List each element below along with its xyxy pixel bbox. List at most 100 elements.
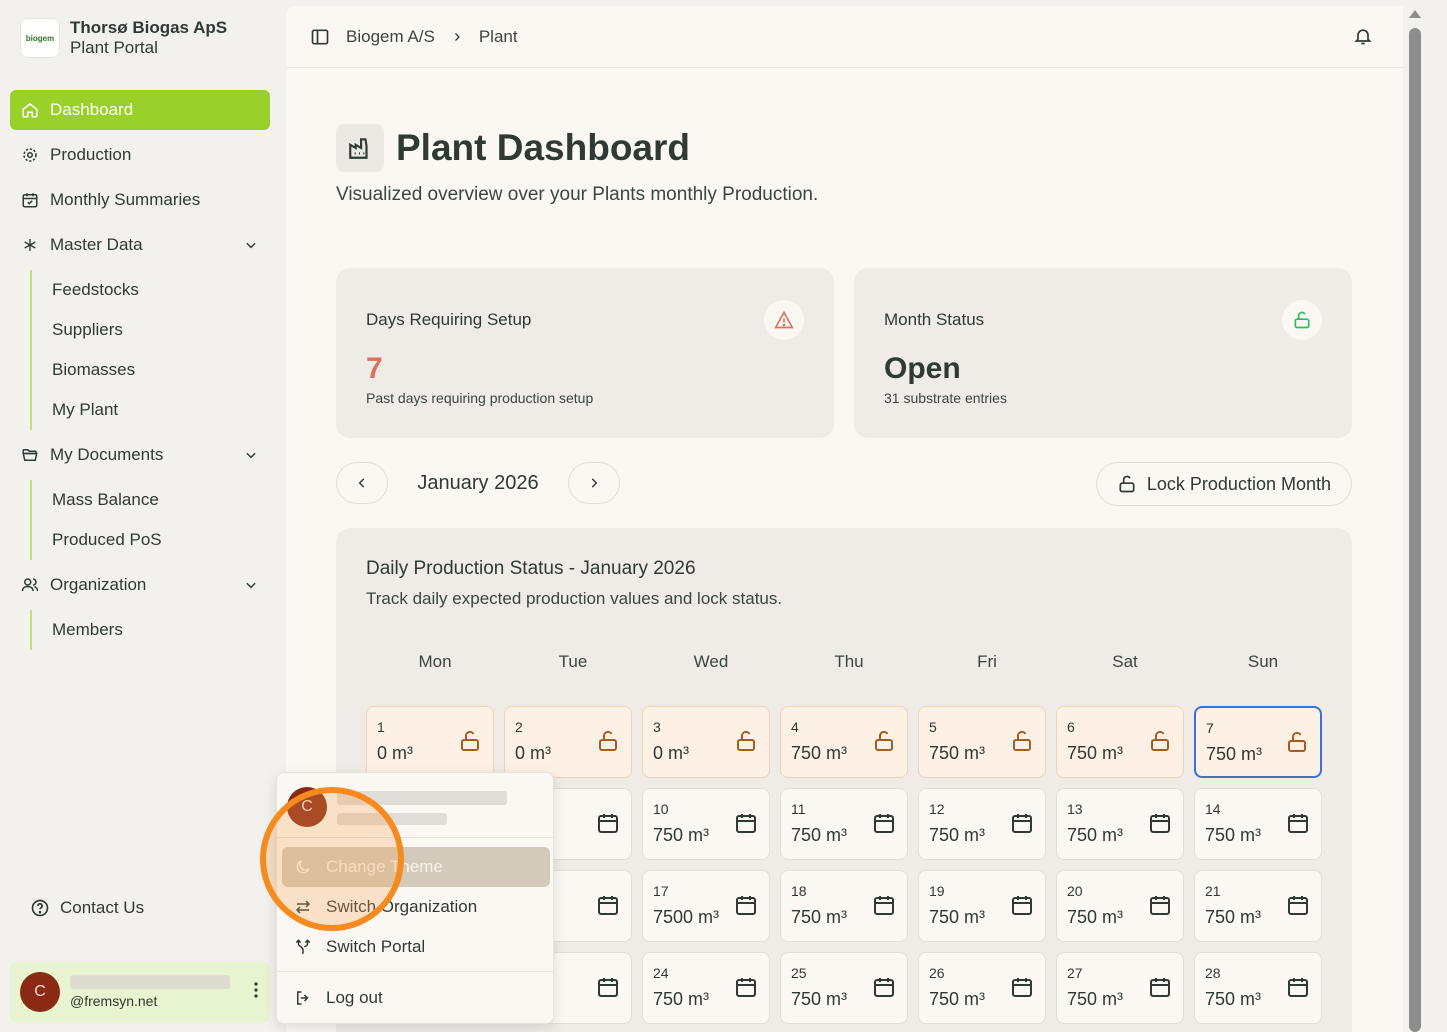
documents-submenu: Mass Balance Produced PoS [30, 480, 270, 560]
calendar-icon [1010, 893, 1034, 917]
lock-button-label: Lock Production Month [1146, 473, 1331, 494]
more-options-icon[interactable] [254, 982, 258, 1003]
unlock-icon [1010, 729, 1034, 753]
calendar-icon [1010, 975, 1034, 999]
previous-month-button[interactable] [336, 462, 388, 504]
menu-item-label: Log out [326, 988, 383, 1007]
help-circle-icon [30, 898, 50, 918]
weekday-label: Fri [977, 652, 997, 671]
calendar-day-cell[interactable]: 1 0 m³ [366, 706, 494, 778]
calendar-day-cell[interactable]: 10 750 m³ [642, 788, 770, 860]
sidebar-item-feedstocks[interactable]: Feedstocks [52, 270, 270, 310]
user-menu-popup: C Change Theme Switch Organization Switc… [276, 772, 554, 1024]
calendar-day-cell[interactable]: 7 750 m³ [1194, 706, 1322, 778]
card-title: Month Status [884, 310, 985, 329]
day-production-value: 750 m³ [1067, 989, 1124, 1009]
weekday-label: Mon [418, 652, 452, 671]
sidebar-toggle-icon[interactable] [310, 27, 330, 47]
unlock-icon [1282, 300, 1322, 340]
calendar-day-cell[interactable]: 21 750 m³ [1194, 870, 1322, 942]
calendar-day-cell[interactable]: 28 750 m³ [1194, 952, 1322, 1024]
alert-triangle-icon [764, 300, 804, 340]
day-production-value: 7500 m³ [653, 907, 720, 927]
chevron-down-icon[interactable] [244, 447, 258, 467]
weekday-label: Sun [1247, 652, 1279, 671]
sidebar-item-organization[interactable]: Organization [10, 565, 270, 605]
sidebar-item-monthly-summaries[interactable]: Monthly Summaries [10, 180, 270, 220]
day-number: 18 [791, 883, 807, 899]
change-theme-item[interactable]: Change Theme [282, 847, 550, 887]
calendar-day-cell[interactable]: 5 750 m³ [918, 706, 1046, 778]
calendar-day-cell[interactable]: 25 750 m³ [780, 952, 908, 1024]
calendar-day-cell[interactable]: 26 750 m³ [918, 952, 1046, 1024]
calendar-icon [596, 811, 620, 835]
user-name-redacted [337, 791, 507, 805]
master-data-submenu: Feedstocks Suppliers Biomasses My Plant [30, 270, 270, 430]
day-number: 25 [791, 965, 807, 981]
scrollbar-thumb[interactable] [1409, 28, 1421, 1032]
brand[interactable]: biogem Thorsø Biogas ApS Plant Portal [20, 18, 227, 58]
day-production-value: 750 m³ [653, 825, 710, 845]
switch-portal-item[interactable]: Switch Portal [282, 927, 550, 967]
day-number: 27 [1067, 965, 1083, 981]
breadcrumb-org[interactable]: Biogem A/S [346, 27, 435, 47]
sidebar-item-produced-pos[interactable]: Produced PoS [52, 520, 270, 560]
calendar-day-cell[interactable]: 20 750 m³ [1056, 870, 1184, 942]
sidebar-nav: Dashboard Production Monthly Summaries M… [10, 90, 270, 655]
calendar-day-cell[interactable]: 12 750 m³ [918, 788, 1046, 860]
switch-organization-item[interactable]: Switch Organization [282, 887, 550, 927]
sidebar-item-mass-balance[interactable]: Mass Balance [52, 480, 270, 520]
day-production-value: 750 m³ [1067, 907, 1124, 927]
sidebar-item-members[interactable]: Members [52, 610, 270, 650]
day-production-value: 0 m³ [515, 743, 551, 763]
calendar-icon [872, 811, 896, 835]
calendar-day-cell[interactable]: 13 750 m³ [1056, 788, 1184, 860]
sidebar-item-label: Dashboard [50, 100, 134, 119]
top-bar: Biogem A/S Plant [286, 6, 1403, 68]
scrollbar[interactable] [1403, 0, 1447, 1032]
bell-icon[interactable] [1353, 26, 1373, 51]
day-number: 14 [1205, 801, 1221, 817]
sidebar-item-biomasses[interactable]: Biomasses [52, 350, 270, 390]
sidebar-item-master-data[interactable]: Master Data [10, 225, 270, 265]
user-account-card[interactable]: C @fremsyn.net [10, 962, 270, 1022]
logout-item[interactable]: Log out [282, 978, 550, 1018]
split-arrows-icon [294, 938, 314, 956]
sidebar-item-dashboard[interactable]: Dashboard [10, 90, 270, 130]
calendar-day-cell[interactable]: 6 750 m³ [1056, 706, 1184, 778]
calendar-day-cell[interactable]: 17 7500 m³ [642, 870, 770, 942]
calendar-day-cell[interactable]: 27 750 m³ [1056, 952, 1184, 1024]
calendar-day-cell[interactable]: 3 0 m³ [642, 706, 770, 778]
calendar-day-cell[interactable]: 4 750 m³ [780, 706, 908, 778]
moon-icon [294, 858, 314, 876]
card-note: 31 substrate entries [884, 390, 1007, 406]
gear-icon [20, 145, 40, 165]
sidebar-item-my-documents[interactable]: My Documents [10, 435, 270, 475]
calendar-day-cell[interactable]: 24 750 m³ [642, 952, 770, 1024]
sidebar-item-suppliers[interactable]: Suppliers [52, 310, 270, 350]
organization-name: Thorsø Biogas ApS [70, 18, 228, 37]
contact-us-link[interactable]: Contact Us [30, 898, 144, 918]
calendar-day-cell[interactable]: 18 750 m³ [780, 870, 908, 942]
calendar-day-cell[interactable]: 19 750 m³ [918, 870, 1046, 942]
day-production-value: 750 m³ [1205, 825, 1262, 845]
sidebar-item-my-plant[interactable]: My Plant [52, 390, 270, 430]
swap-arrows-icon [294, 898, 314, 916]
next-month-button[interactable] [568, 462, 620, 504]
lock-production-month-button[interactable]: Lock Production Month [1095, 462, 1352, 506]
current-month-label: January 2026 [417, 471, 539, 494]
calendar-check-icon [20, 190, 40, 210]
weekday-header: Mon Tue Wed Thu Fri Sat Sun [366, 652, 1332, 672]
day-number: 28 [1205, 965, 1221, 981]
unlock-icon [1148, 729, 1172, 753]
calendar-day-cell[interactable]: 11 750 m³ [780, 788, 908, 860]
sidebar-item-production[interactable]: Production [10, 135, 270, 175]
chevron-down-icon[interactable] [244, 577, 258, 597]
scroll-up-arrow[interactable] [1409, 10, 1421, 18]
calendar-day-cell[interactable]: 2 0 m³ [504, 706, 632, 778]
chevron-right-icon [591, 478, 598, 488]
calendar-day-cell[interactable]: 14 750 m³ [1194, 788, 1322, 860]
chevron-down-icon[interactable] [244, 237, 258, 257]
day-number: 1 [377, 719, 385, 735]
weekday-label: Thu [834, 652, 864, 671]
